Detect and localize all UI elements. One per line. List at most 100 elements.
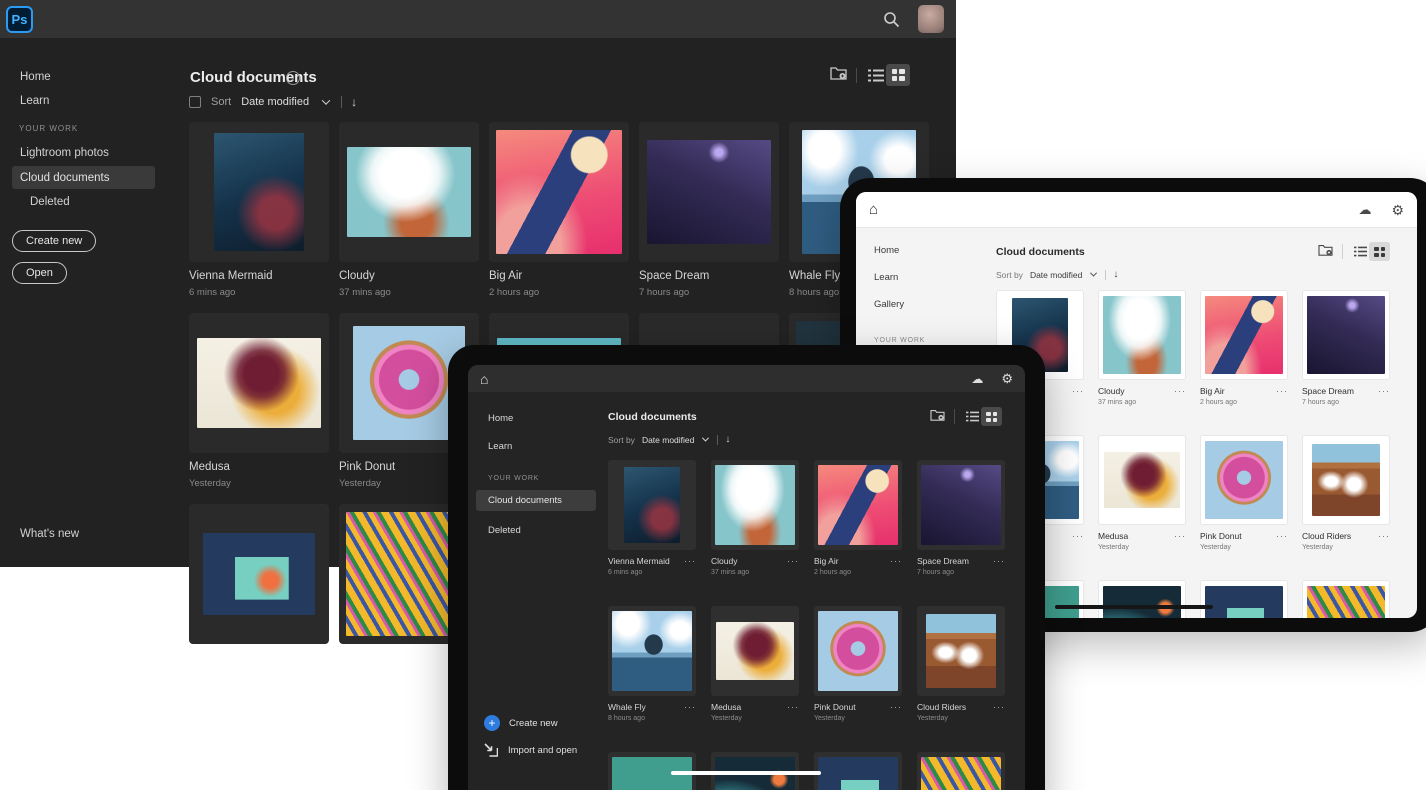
document-card[interactable]: Pink Donut···Yesterday [1200,435,1288,560]
document-card[interactable]: Medusa···Yesterday [1098,435,1186,560]
sidebar-item-cloud-documents[interactable]: Cloud documents [476,490,596,511]
document-card-frame[interactable] [917,460,1005,550]
grid-view-icon[interactable] [1369,242,1390,261]
new-folder-icon[interactable] [1318,243,1333,261]
sidebar-item-lightroom-photos[interactable]: Lightroom photos [20,147,109,159]
document-card-frame[interactable] [189,313,329,453]
sort-value-dropdown[interactable]: Date modified [642,435,694,445]
home-indicator[interactable] [1055,605,1213,609]
sidebar-item-learn[interactable]: Learn [20,95,49,107]
sidebar-item-deleted[interactable]: Deleted [30,196,70,208]
sort-direction-icon[interactable]: ↓ [1113,269,1118,280]
document-card[interactable]: Big Air···2 hours ago [1200,290,1288,415]
document-card[interactable]: Cloud Riders···Yesterday [1302,435,1390,560]
document-card-frame[interactable] [1098,290,1186,380]
chevron-down-icon[interactable] [322,96,330,104]
select-all-checkbox[interactable] [189,96,201,108]
gear-icon[interactable]: ⚙ [1391,203,1404,217]
more-options-button[interactable]: ··· [684,556,696,566]
document-card[interactable]: ··· [917,752,1005,790]
sort-direction-icon[interactable]: ↓ [351,95,357,109]
cloud-sync-icon[interactable]: ☁ [1358,203,1371,216]
document-card[interactable]: ··· [814,752,902,790]
document-card[interactable]: Cloudy···37 mins ago [1098,290,1186,415]
open-button[interactable]: Open [12,262,67,284]
grid-view-icon[interactable] [981,407,1002,426]
more-options-button[interactable]: ··· [1378,386,1390,396]
sidebar-item-home[interactable]: Home [20,71,51,83]
document-card[interactable]: Space Dream···7 hours ago [917,460,1005,585]
home-icon[interactable]: ⌂ [869,202,878,217]
sidebar-item-learn[interactable]: Learn [874,272,898,283]
document-card-frame[interactable] [489,122,629,262]
document-card[interactable]: ··· [1302,580,1390,618]
whats-new-link[interactable]: What's new [20,528,79,540]
document-card[interactable]: Big Air2 hours ago [489,122,629,304]
document-card-frame[interactable] [1302,580,1390,618]
document-card-frame[interactable] [339,122,479,262]
document-card[interactable]: Pink Donut···Yesterday [814,606,902,731]
sort-direction-icon[interactable]: ↓ [725,434,730,445]
document-card-frame[interactable] [189,504,329,644]
document-card[interactable]: Space Dream7 hours ago [639,122,779,304]
document-card-frame[interactable] [814,460,902,550]
list-view-icon[interactable] [868,69,884,82]
chevron-down-icon[interactable] [1090,270,1097,277]
more-options-button[interactable]: ··· [1276,531,1288,541]
document-card[interactable]: Whale Fly···8 hours ago [608,606,696,731]
create-new-button[interactable]: Create new [12,230,96,252]
document-card[interactable]: Cloudy···37 mins ago [711,460,799,585]
list-view-icon[interactable] [1354,246,1367,257]
more-options-button[interactable]: ··· [1072,531,1084,541]
new-folder-icon[interactable] [930,408,945,426]
more-options-button[interactable]: ··· [1378,531,1390,541]
cloud-sync-icon[interactable]: ☁ [971,373,983,385]
more-options-button[interactable]: ··· [1174,386,1186,396]
home-icon[interactable]: ⌂ [480,372,488,386]
document-card-frame[interactable] [917,606,1005,696]
more-options-button[interactable]: ··· [890,556,902,566]
sidebar-item-home[interactable]: Home [488,413,513,424]
document-card-frame[interactable] [608,460,696,550]
document-card-frame[interactable] [917,752,1005,790]
info-icon[interactable]: i [286,71,300,85]
chevron-down-icon[interactable] [702,435,709,442]
document-card[interactable]: Big Air···2 hours ago [814,460,902,585]
document-card-frame[interactable] [711,606,799,696]
document-card-frame[interactable] [1302,435,1390,525]
more-options-button[interactable]: ··· [1174,531,1186,541]
document-card[interactable]: Vienna Mermaid···6 mins ago [608,460,696,585]
more-options-button[interactable]: ··· [890,702,902,712]
more-options-button[interactable]: ··· [993,556,1005,566]
sort-value-dropdown[interactable]: Date modified [241,96,309,108]
new-folder-icon[interactable] [830,65,847,85]
sidebar-item-home[interactable]: Home [874,245,899,256]
home-indicator[interactable] [671,771,821,775]
document-card-frame[interactable] [639,122,779,262]
document-card-frame[interactable] [189,122,329,262]
more-options-button[interactable]: ··· [1072,386,1084,396]
document-card[interactable]: Cloudy37 mins ago [339,122,479,304]
document-card-frame[interactable] [1098,580,1186,618]
more-options-button[interactable]: ··· [1276,386,1288,396]
import-and-open-button[interactable]: Import and open [484,743,577,757]
sidebar-item-learn[interactable]: Learn [488,441,512,452]
search-icon[interactable] [883,11,900,28]
sidebar-item-deleted[interactable]: Deleted [488,525,521,536]
sort-value-dropdown[interactable]: Date modified [1030,270,1082,280]
document-card-frame[interactable] [1200,580,1288,618]
user-avatar[interactable] [918,5,944,33]
sidebar-item-gallery[interactable]: Gallery [874,299,904,310]
document-card-frame[interactable] [814,752,902,790]
document-card[interactable]: Cloud Riders···Yesterday [917,606,1005,731]
document-card-frame[interactable] [1098,435,1186,525]
document-card[interactable]: ··· [1200,580,1288,618]
gear-icon[interactable]: ⚙ [1001,372,1013,385]
grid-view-icon[interactable] [886,64,910,86]
more-options-button[interactable]: ··· [787,702,799,712]
document-card-frame[interactable] [1200,290,1288,380]
more-options-button[interactable]: ··· [787,556,799,566]
document-card[interactable]: Medusa···Yesterday [711,606,799,731]
document-card[interactable]: Vienna Mermaid6 mins ago [189,122,329,304]
document-card[interactable] [189,504,329,686]
